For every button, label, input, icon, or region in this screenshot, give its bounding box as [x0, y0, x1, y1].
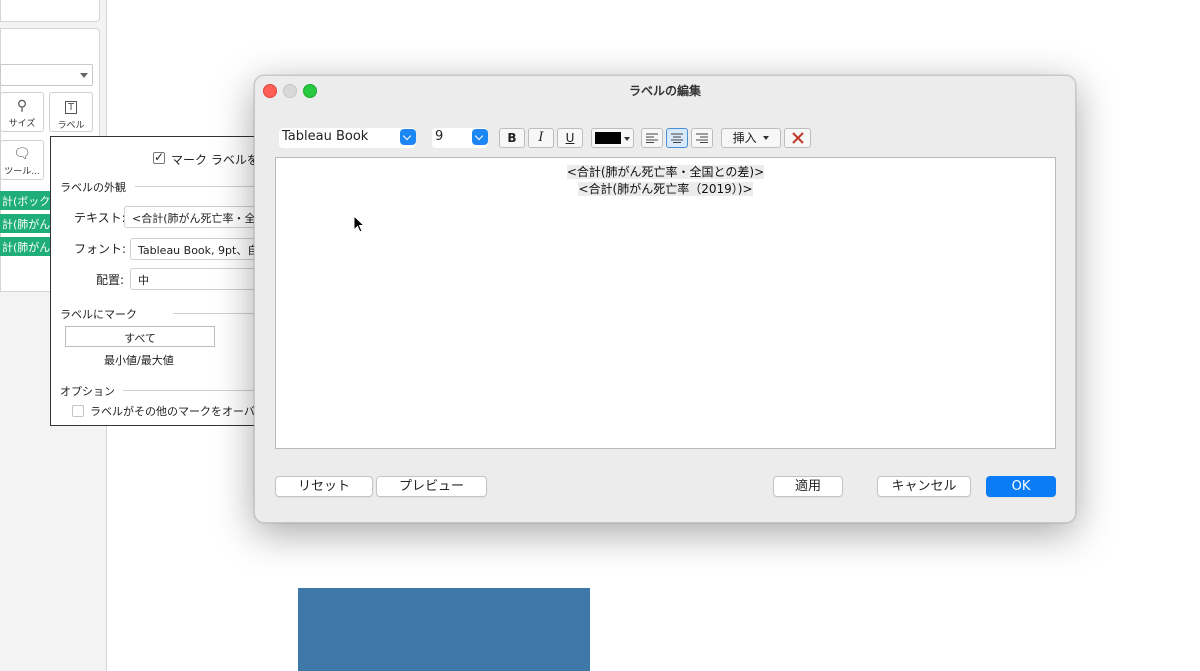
label-mark-button[interactable]: T ラベル — [49, 92, 93, 132]
dialog-title: ラベルの編集 — [628, 84, 701, 98]
preview-button[interactable]: プレビュー — [376, 476, 487, 497]
chevron-down-icon — [400, 129, 416, 145]
align-center-icon — [671, 133, 683, 143]
size-icon: ⚲ — [16, 98, 28, 114]
align-left-icon — [646, 133, 658, 143]
apply-button[interactable]: 適用 — [773, 476, 843, 497]
label-settings-popup: ✓ マーク ラベルを ラベルの外観 テキスト: <合計(肺がん死亡率・全国 フォ… — [50, 136, 280, 426]
editor-line: <合計(肺がん死亡率・全国との差)> — [566, 165, 765, 179]
insert-menu-button[interactable]: 挿入 — [721, 128, 781, 148]
align-center-button[interactable] — [666, 128, 688, 148]
overlap-option-label: ラベルがその他のマークをオーバ — [90, 405, 255, 418]
align-right-icon — [696, 133, 708, 143]
chart-bar — [298, 588, 590, 671]
cancel-button[interactable]: キャンセル — [877, 476, 971, 497]
label-text-editor[interactable]: <合計(肺がん死亡率・全国との差)> <合計(肺がん死亡率（2019）)> — [275, 157, 1056, 449]
show-labels-text: マーク ラベルを — [171, 153, 259, 167]
tooltip-icon: 🗨 — [13, 146, 31, 162]
chevron-down-icon — [80, 73, 88, 78]
reset-button[interactable]: リセット — [275, 476, 373, 497]
font-color-button[interactable] — [591, 128, 634, 148]
minmax-option[interactable]: 最小値/最大値 — [104, 352, 174, 368]
font-label: フォント: — [74, 242, 127, 256]
chevron-down-icon — [763, 136, 770, 140]
font-size-select[interactable]: 9 — [432, 128, 488, 148]
marks-to-label-heading: ラベルにマーク — [60, 308, 137, 321]
show-labels-checkbox[interactable]: ✓ — [153, 150, 165, 164]
options-heading: オプション — [60, 385, 115, 398]
mark-type-dropdown[interactable] — [0, 64, 93, 86]
clear-formatting-button[interactable] — [784, 128, 811, 148]
editor-line: <合計(肺がん死亡率（2019）)> — [578, 182, 753, 196]
overlap-checkbox[interactable] — [72, 405, 84, 417]
align-right-button[interactable] — [691, 128, 713, 148]
shelf-card-top — [0, 0, 100, 22]
text-label: テキスト: — [74, 211, 126, 225]
align-label: 配置: — [96, 273, 125, 287]
font-family-select[interactable]: Tableau Book — [279, 128, 416, 148]
chevron-down-icon — [624, 137, 630, 141]
appearance-heading: ラベルの外観 — [60, 181, 126, 194]
label-icon: T — [50, 98, 92, 116]
edit-label-dialog: ラベルの編集 Tableau Book 9 B I U 挿入 <合計(肺がん死亡… — [254, 75, 1076, 523]
clear-x-icon — [791, 132, 804, 144]
size-mark-button[interactable]: ⚲ サイズ — [0, 92, 44, 132]
color-swatch — [595, 132, 621, 144]
align-left-button[interactable] — [641, 128, 663, 148]
ok-button[interactable]: OK — [986, 476, 1056, 497]
all-marks-option[interactable]: すべて — [65, 326, 215, 347]
mouse-pointer-icon — [353, 215, 366, 233]
bold-button[interactable]: B — [499, 128, 525, 148]
tooltip-mark-button[interactable]: 🗨 ツール... — [0, 140, 44, 180]
underline-button[interactable]: U — [557, 128, 583, 148]
checkmark-icon: ✓ — [154, 150, 165, 164]
dialog-titlebar: ラベルの編集 — [255, 76, 1075, 104]
italic-button[interactable]: I — [528, 128, 554, 148]
chevron-down-icon — [472, 129, 488, 145]
